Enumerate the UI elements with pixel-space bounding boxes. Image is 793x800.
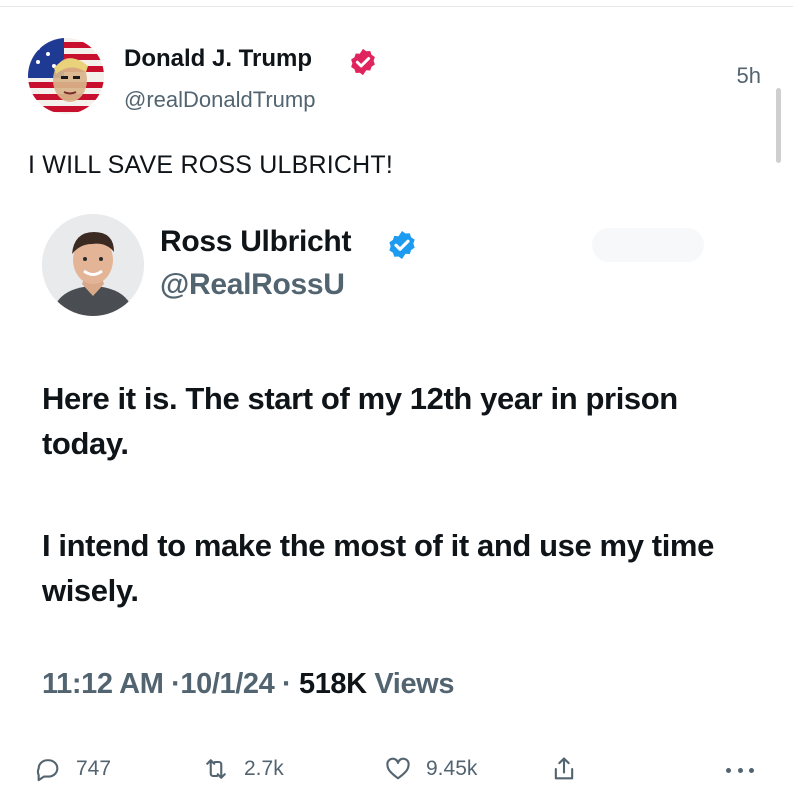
blurred-element bbox=[592, 228, 704, 262]
quoted-paragraph: I intend to make the most of it and use … bbox=[42, 528, 714, 608]
share-icon bbox=[554, 757, 574, 780]
quoted-paragraph: Here it is. The start of my 12th year in… bbox=[42, 381, 678, 461]
like-count: 9.45k bbox=[426, 757, 478, 780]
like-button[interactable]: 9.45k bbox=[384, 751, 477, 787]
more-icon-dot bbox=[737, 767, 743, 773]
quoted-post-date[interactable]: 10/1/24 bbox=[180, 668, 274, 700]
quoted-author-name[interactable]: Ross Ulbricht bbox=[160, 225, 351, 259]
reply-button[interactable]: 747 bbox=[34, 751, 111, 787]
quoted-author-handle[interactable]: @RealRossU bbox=[160, 268, 345, 302]
author-handle[interactable]: @realDonaldTrump bbox=[124, 87, 315, 113]
meta-separator: · bbox=[171, 668, 181, 700]
post-text: I WILL SAVE ROSS ULBRICHT! bbox=[28, 151, 394, 179]
more-options-button[interactable] bbox=[726, 758, 754, 782]
top-divider bbox=[0, 6, 793, 7]
more-icon bbox=[726, 767, 731, 773]
repost-count: 2.7k bbox=[244, 757, 284, 780]
quoted-author-avatar[interactable] bbox=[42, 214, 144, 316]
scrollbar[interactable] bbox=[776, 88, 781, 163]
meta-separator: · bbox=[282, 668, 292, 700]
quoted-post-text: Here it is. The start of my 12th year in… bbox=[42, 376, 742, 670]
repost-button[interactable]: 2.7k bbox=[202, 751, 284, 787]
author-avatar[interactable] bbox=[28, 38, 104, 114]
post-timestamp[interactable]: 5h bbox=[737, 63, 761, 89]
verified-badge-icon bbox=[386, 229, 418, 261]
views-count: 518K bbox=[298, 668, 367, 700]
views-label: Views bbox=[374, 668, 455, 700]
flag-portrait-avatar-icon bbox=[28, 38, 104, 114]
like-icon bbox=[386, 757, 410, 780]
reply-icon bbox=[36, 759, 59, 782]
author-name[interactable]: Donald J. Trump bbox=[124, 45, 312, 73]
repost-icon bbox=[206, 759, 226, 779]
quoted-post-meta: 11:12 AM ·10/1/24 · 518K Views bbox=[42, 668, 454, 701]
verified-badge-icon bbox=[348, 47, 378, 77]
person-photo-avatar-icon bbox=[42, 214, 144, 316]
more-icon-dot bbox=[749, 767, 754, 773]
quoted-post-time[interactable]: 11:12 AM bbox=[42, 668, 164, 700]
share-button[interactable] bbox=[550, 751, 592, 787]
reply-count: 747 bbox=[76, 757, 112, 780]
